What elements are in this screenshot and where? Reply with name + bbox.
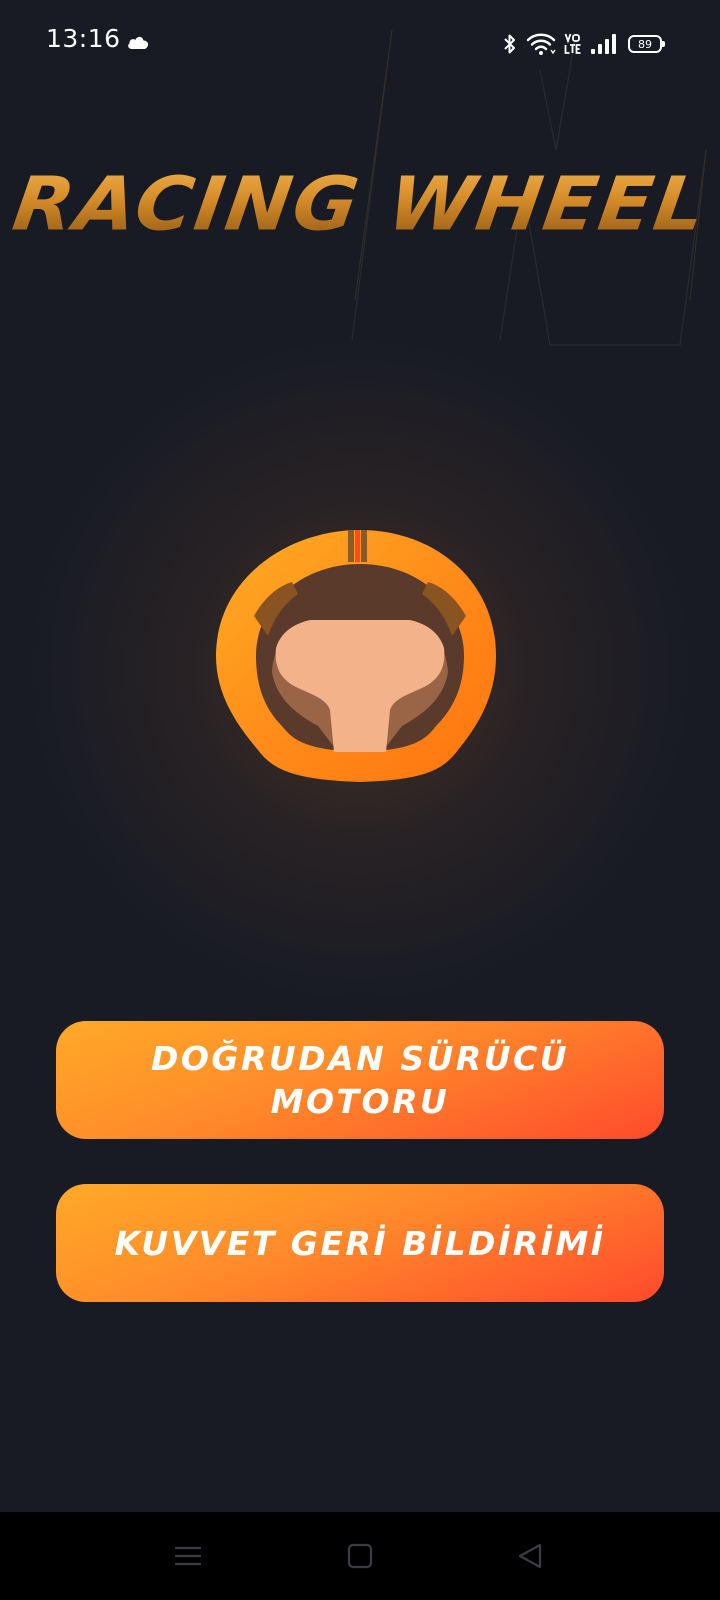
menu-icon	[174, 1546, 202, 1566]
force-feedback-button[interactable]: KUVVET GERİ BİLDİRİMİ	[56, 1184, 664, 1302]
signal-icon	[591, 34, 616, 54]
status-icons: 89	[502, 28, 665, 60]
battery-level: 89	[638, 37, 652, 51]
bluetooth-icon	[504, 34, 515, 54]
nav-back-button[interactable]	[508, 1534, 552, 1578]
nav-menu-button[interactable]	[166, 1534, 210, 1578]
back-icon	[518, 1543, 542, 1569]
direct-drive-motor-button[interactable]: DOĞRUDAN SÜRÜCÜ MOTORU	[56, 1021, 664, 1139]
status-time: 13:16	[46, 24, 121, 53]
nav-home-button[interactable]	[338, 1534, 382, 1578]
navigation-bar	[0, 1512, 720, 1600]
steering-wheel-icon	[216, 530, 496, 782]
cloud-icon	[128, 36, 149, 49]
wifi-icon	[526, 33, 556, 55]
direct-drive-motor-label: DOĞRUDAN SÜRÜCÜ MOTORU	[150, 1039, 570, 1121]
status-bar: 13:16 89	[0, 0, 720, 88]
app-title: RACING WHEEL	[0, 162, 720, 248]
app-screen: 13:16 89 RACING WHEEL DOĞRUDAN SÜRÜCÜ MO…	[0, 0, 720, 1600]
home-icon	[347, 1543, 373, 1569]
battery-icon: 89	[628, 35, 665, 53]
volte-icon	[564, 33, 581, 54]
force-feedback-label: KUVVET GERİ BİLDİRİMİ	[114, 1223, 606, 1263]
